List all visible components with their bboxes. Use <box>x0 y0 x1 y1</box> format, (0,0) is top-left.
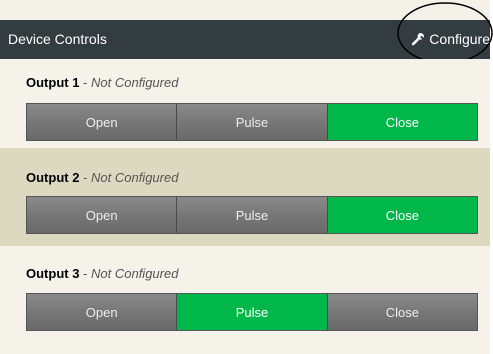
output-label-2: Output 2 - Not Configured <box>26 170 178 185</box>
output-label-1: Output 1 - Not Configured <box>26 75 178 90</box>
output-2-close-button[interactable]: Close <box>327 197 477 233</box>
output-3-pulse-button[interactable]: Pulse <box>177 294 328 330</box>
output-status: Not Configured <box>91 266 179 281</box>
output-separator: - <box>79 75 91 90</box>
output-1-pulse-button[interactable]: Pulse <box>177 104 328 140</box>
output-name: Output 1 <box>26 75 80 90</box>
output-2-pulse-button[interactable]: Pulse <box>177 197 328 233</box>
device-controls-panel: Device Controls Configure Output 1 - Not… <box>0 0 493 354</box>
output-3-open-button[interactable]: Open <box>27 294 178 330</box>
configure-button[interactable]: Configure <box>411 31 490 47</box>
output-name: Output 2 <box>26 170 80 185</box>
panel-title: Device Controls <box>8 31 107 47</box>
output-status: Not Configured <box>91 170 179 185</box>
output-3-close-button[interactable]: Close <box>327 294 477 330</box>
output-3-button-group: Open Pulse Close <box>26 293 478 331</box>
configure-label: Configure <box>429 31 490 47</box>
output-2-open-button[interactable]: Open <box>27 197 178 233</box>
output-row-3: Output 3 - Not Configured Open Pulse Clo… <box>0 246 490 354</box>
output-row-2: Output 2 - Not Configured Open Pulse Clo… <box>0 148 490 246</box>
wrench-icon <box>412 33 425 46</box>
output-label-3: Output 3 - Not Configured <box>26 266 178 281</box>
output-separator: - <box>79 170 91 185</box>
output-2-button-group: Open Pulse Close <box>26 196 478 234</box>
output-row-1: Output 1 - Not Configured Open Pulse Clo… <box>0 59 490 148</box>
output-1-button-group: Open Pulse Close <box>26 103 478 141</box>
output-1-close-button[interactable]: Close <box>327 104 477 140</box>
panel-header: Device Controls Configure <box>0 20 490 59</box>
output-name: Output 3 <box>26 266 80 281</box>
output-separator: - <box>79 266 91 281</box>
output-status: Not Configured <box>91 75 179 90</box>
output-1-open-button[interactable]: Open <box>27 104 178 140</box>
